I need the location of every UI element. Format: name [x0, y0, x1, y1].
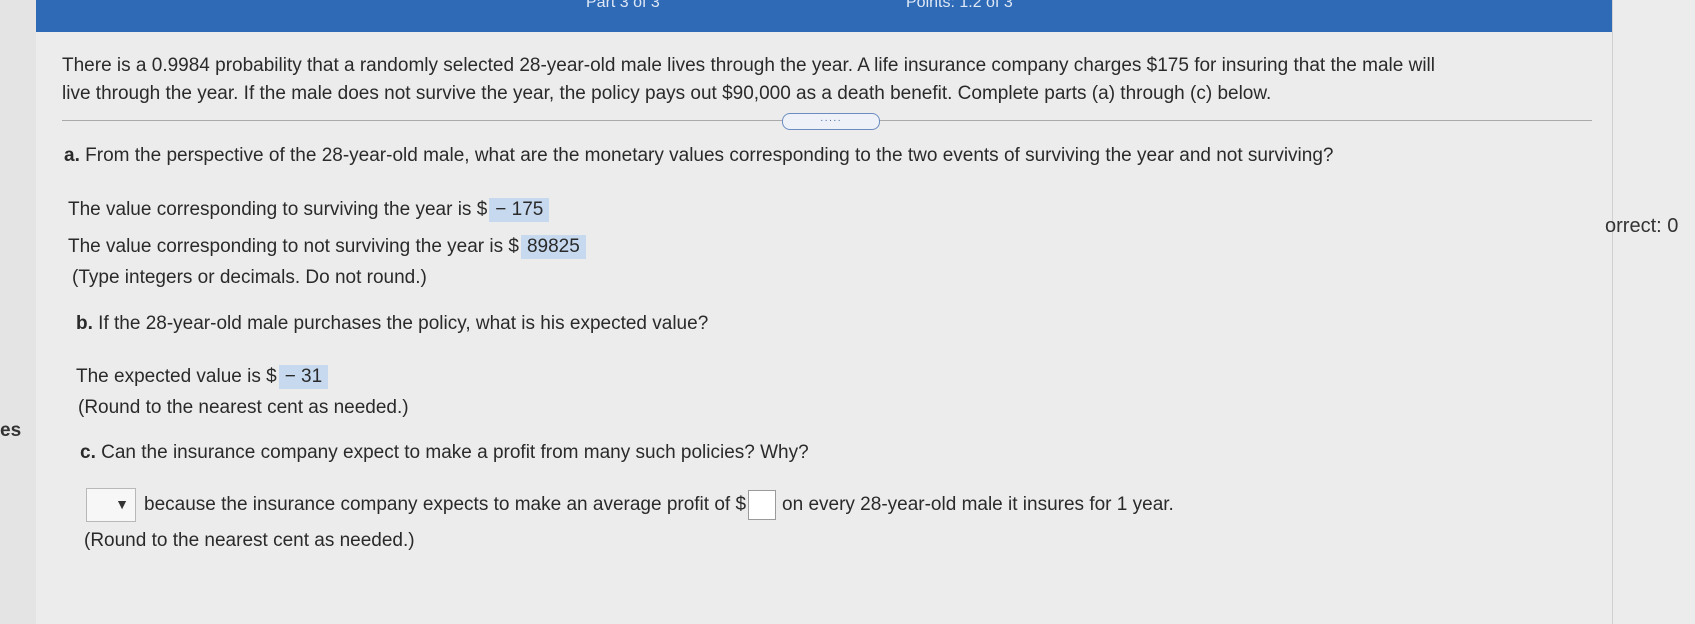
left-strip [0, 0, 36, 624]
profit-row: ▼ because the insurance company expects … [86, 488, 1174, 522]
survive-prefix: The value corresponding to surviving the… [68, 199, 488, 220]
intro-line-1: There is a 0.9984 probability that a ran… [62, 55, 1435, 76]
points-indicator: Points: 1.2 of 3 [906, 0, 1013, 11]
chevron-down-icon: ▼ [115, 496, 129, 512]
survive-row: The value corresponding to surviving the… [68, 198, 550, 222]
part-a-prompt: a. From the perspective of the 28-year-o… [64, 145, 1333, 167]
question-intro: There is a 0.9984 probability that a ran… [62, 52, 1582, 108]
profit-middle-text: because the insurance company expects to… [144, 494, 747, 516]
expected-value-row: The expected value is $ − 31 [76, 365, 329, 389]
part-c-text: Can the insurance company expect to make… [101, 442, 809, 463]
not-survive-answer[interactable]: 89825 [520, 235, 586, 259]
profit-end-text: on every 28-year-old male it insures for… [782, 494, 1174, 516]
intro-line-2: live through the year. If the male does … [62, 83, 1272, 104]
part-a-text: From the perspective of the 28-year-old … [85, 145, 1334, 166]
expected-value-prefix: The expected value is $ [76, 366, 277, 387]
part-c-letter: c. [80, 442, 96, 463]
left-side-label: es [0, 420, 22, 441]
profit-input[interactable] [748, 490, 777, 520]
part-b-prompt: b. If the 28-year-old male purchases the… [76, 313, 708, 335]
correct-count-label: orrect: 0 [1605, 215, 1679, 237]
not-survive-prefix: The value corresponding to not surviving… [68, 236, 519, 257]
part-b-hint: (Round to the nearest cent as needed.) [78, 397, 409, 418]
header-bar: Part 3 of 3 Points: 1.2 of 3 [36, 0, 1612, 32]
expand-button[interactable]: ····· [782, 113, 880, 130]
part-b-text: If the 28-year-old male purchases the po… [98, 313, 709, 334]
part-c-hint: (Round to the nearest cent as needed.) [84, 530, 415, 551]
yes-no-dropdown[interactable]: ▼ [86, 488, 136, 522]
part-a-letter: a. [64, 145, 80, 166]
survive-answer[interactable]: − 175 [489, 198, 550, 222]
right-panel [1612, 0, 1695, 624]
part-c-prompt: c. Can the insurance company expect to m… [80, 442, 809, 464]
expected-value-answer[interactable]: − 31 [278, 365, 329, 389]
part-a-hint: (Type integers or decimals. Do not round… [72, 267, 427, 288]
part-indicator: Part 3 of 3 [586, 0, 660, 11]
not-survive-row: The value corresponding to not surviving… [68, 235, 586, 259]
part-b-letter: b. [76, 313, 93, 334]
